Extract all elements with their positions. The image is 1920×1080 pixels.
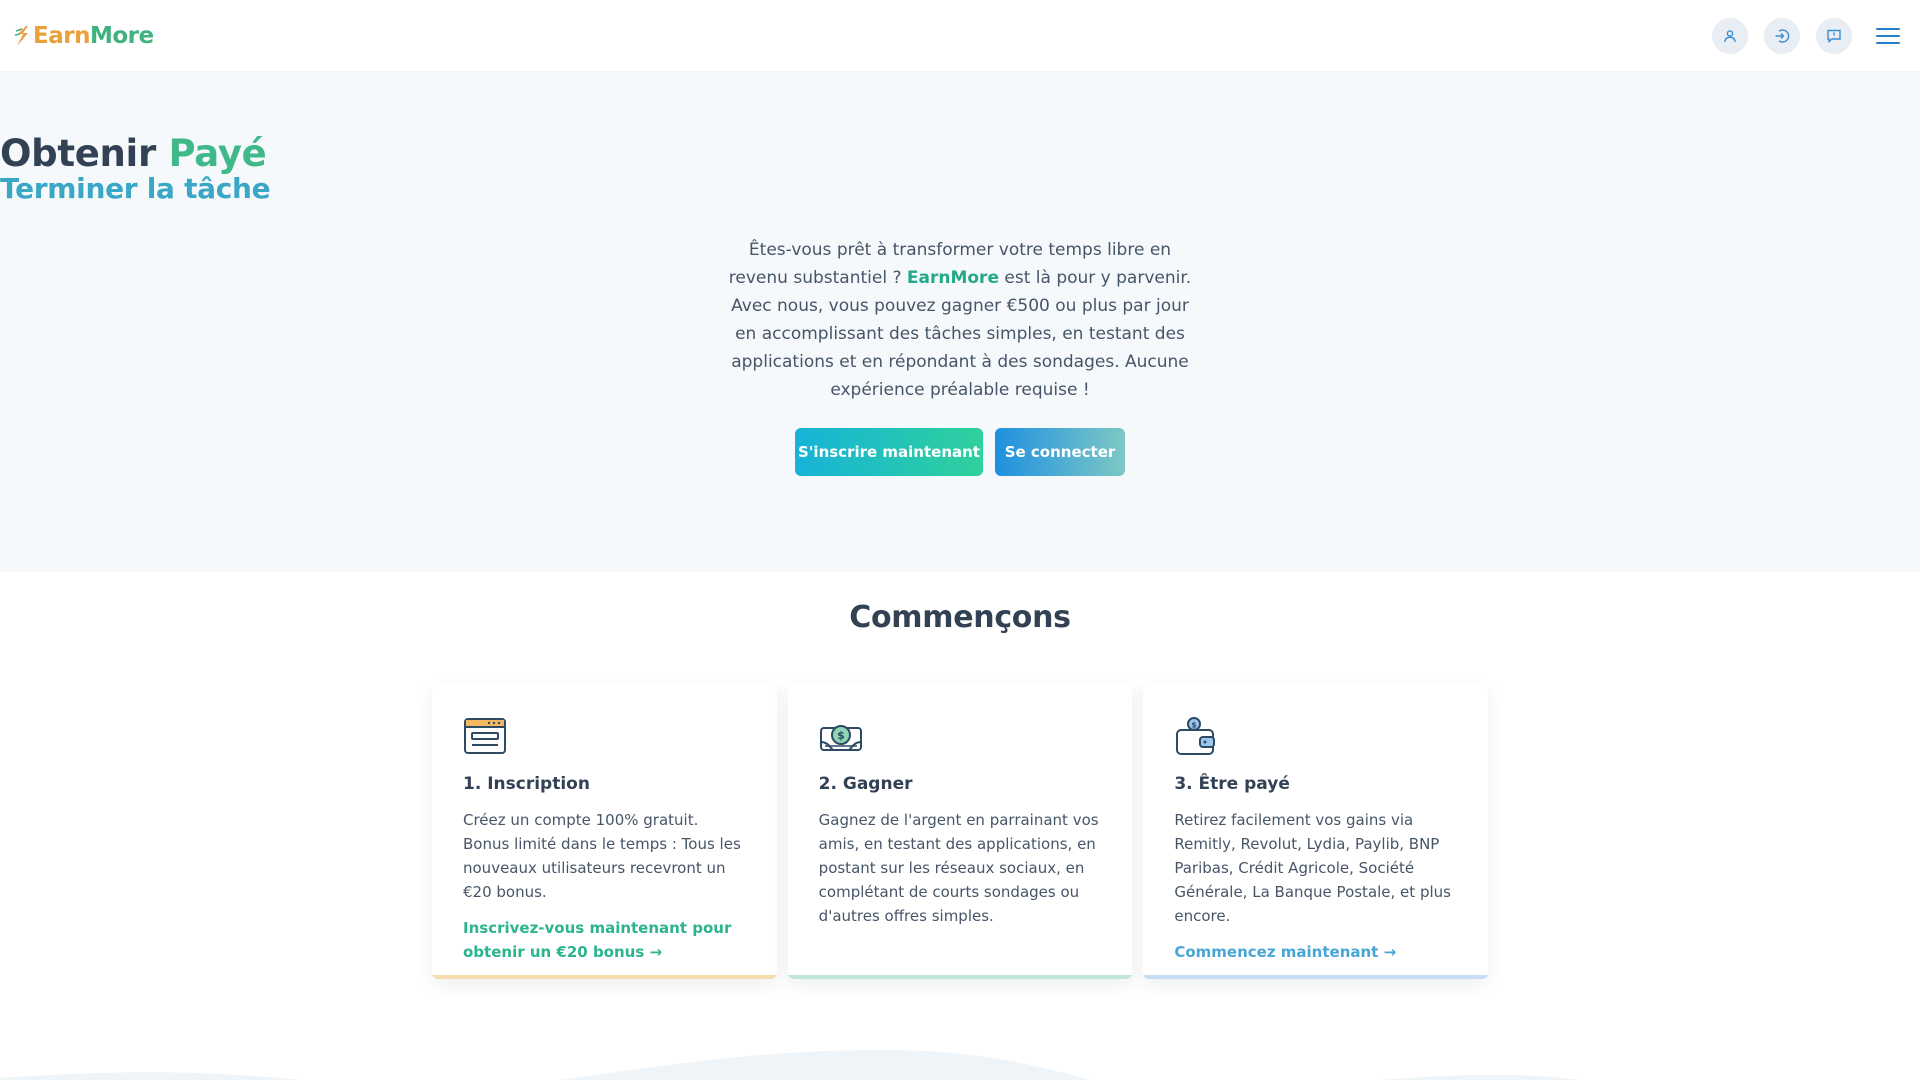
card-accent-bar xyxy=(1143,975,1489,979)
hero-desc-brand: EarnMore xyxy=(906,268,999,288)
section-title: Commençons xyxy=(849,600,1071,635)
wallet-coin-icon: $ xyxy=(1176,717,1216,755)
header-actions xyxy=(1712,17,1904,54)
logo-text-earn: Earn xyxy=(33,22,90,49)
svg-text:$: $ xyxy=(1192,721,1198,730)
login-cta-button[interactable]: Se connecter xyxy=(995,428,1125,476)
hero-title-text: Obtenir xyxy=(0,132,169,175)
logo-text: EarnMore xyxy=(33,23,154,49)
earnmore-logo[interactable]: EarnMore xyxy=(14,23,154,49)
card-accent-bar xyxy=(432,975,777,979)
hero-description: Êtes-vous prêt à transformer votre temps… xyxy=(720,236,1200,404)
step-card-get-paid: $ 3. Être payé Retirez facilement vos ga… xyxy=(1143,684,1489,979)
step-card-title: 1. Inscription xyxy=(463,774,590,794)
decorative-waves xyxy=(0,1050,1580,1080)
step-card-text: Créez un compte 100% gratuit. Bonus limi… xyxy=(463,811,741,901)
signup-bonus-link[interactable]: Inscrivez-vous maintenant pour obtenir u… xyxy=(463,916,747,964)
hero-buttons: S'inscrire maintenant Se connecter xyxy=(0,428,1920,476)
hero-subtitle: Terminer la tâche xyxy=(0,172,271,205)
step-card-text: Gagnez de l'argent en parrainant vos ami… xyxy=(818,811,1099,925)
card-accent-bar xyxy=(787,975,1133,979)
hero-section: Obtenir Payé Terminer la tâche Êtes-vous… xyxy=(0,72,1920,572)
menu-icon xyxy=(1876,27,1900,44)
hamburger-menu-button[interactable] xyxy=(1872,20,1904,52)
hero-title: Obtenir Payé xyxy=(0,132,1920,175)
logo-mark-icon xyxy=(14,25,28,46)
user-icon xyxy=(1724,29,1736,42)
start-now-link[interactable]: Commencez maintenant → xyxy=(1174,940,1458,964)
browser-window-icon xyxy=(464,718,506,754)
login-icon xyxy=(1775,28,1790,43)
top-navbar: EarnMore xyxy=(0,0,1920,72)
hero-title-accent: Payé xyxy=(168,132,267,175)
steps-cards: 1. Inscription Créez un compte 100% grat… xyxy=(432,684,1489,979)
step-card-title: 2. Gagner xyxy=(818,774,913,794)
help-chat-icon xyxy=(1827,29,1841,43)
step-card-earn: $ 2. Gagner Gagnez de l'argent en parrai… xyxy=(787,684,1133,979)
logo-text-more: More xyxy=(89,22,154,49)
step-card-title: 3. Être payé xyxy=(1174,774,1290,794)
signup-button[interactable]: S'inscrire maintenant xyxy=(795,428,983,476)
login-button[interactable] xyxy=(1764,17,1800,54)
money-stack-icon: $ xyxy=(819,725,862,751)
svg-text:$: $ xyxy=(837,729,845,742)
help-chat-button[interactable] xyxy=(1816,17,1852,54)
user-button[interactable] xyxy=(1712,17,1748,54)
step-card-text: Retirez facilement vos gains via Remitly… xyxy=(1174,811,1451,925)
step-card-signup: 1. Inscription Créez un compte 100% grat… xyxy=(432,684,777,979)
